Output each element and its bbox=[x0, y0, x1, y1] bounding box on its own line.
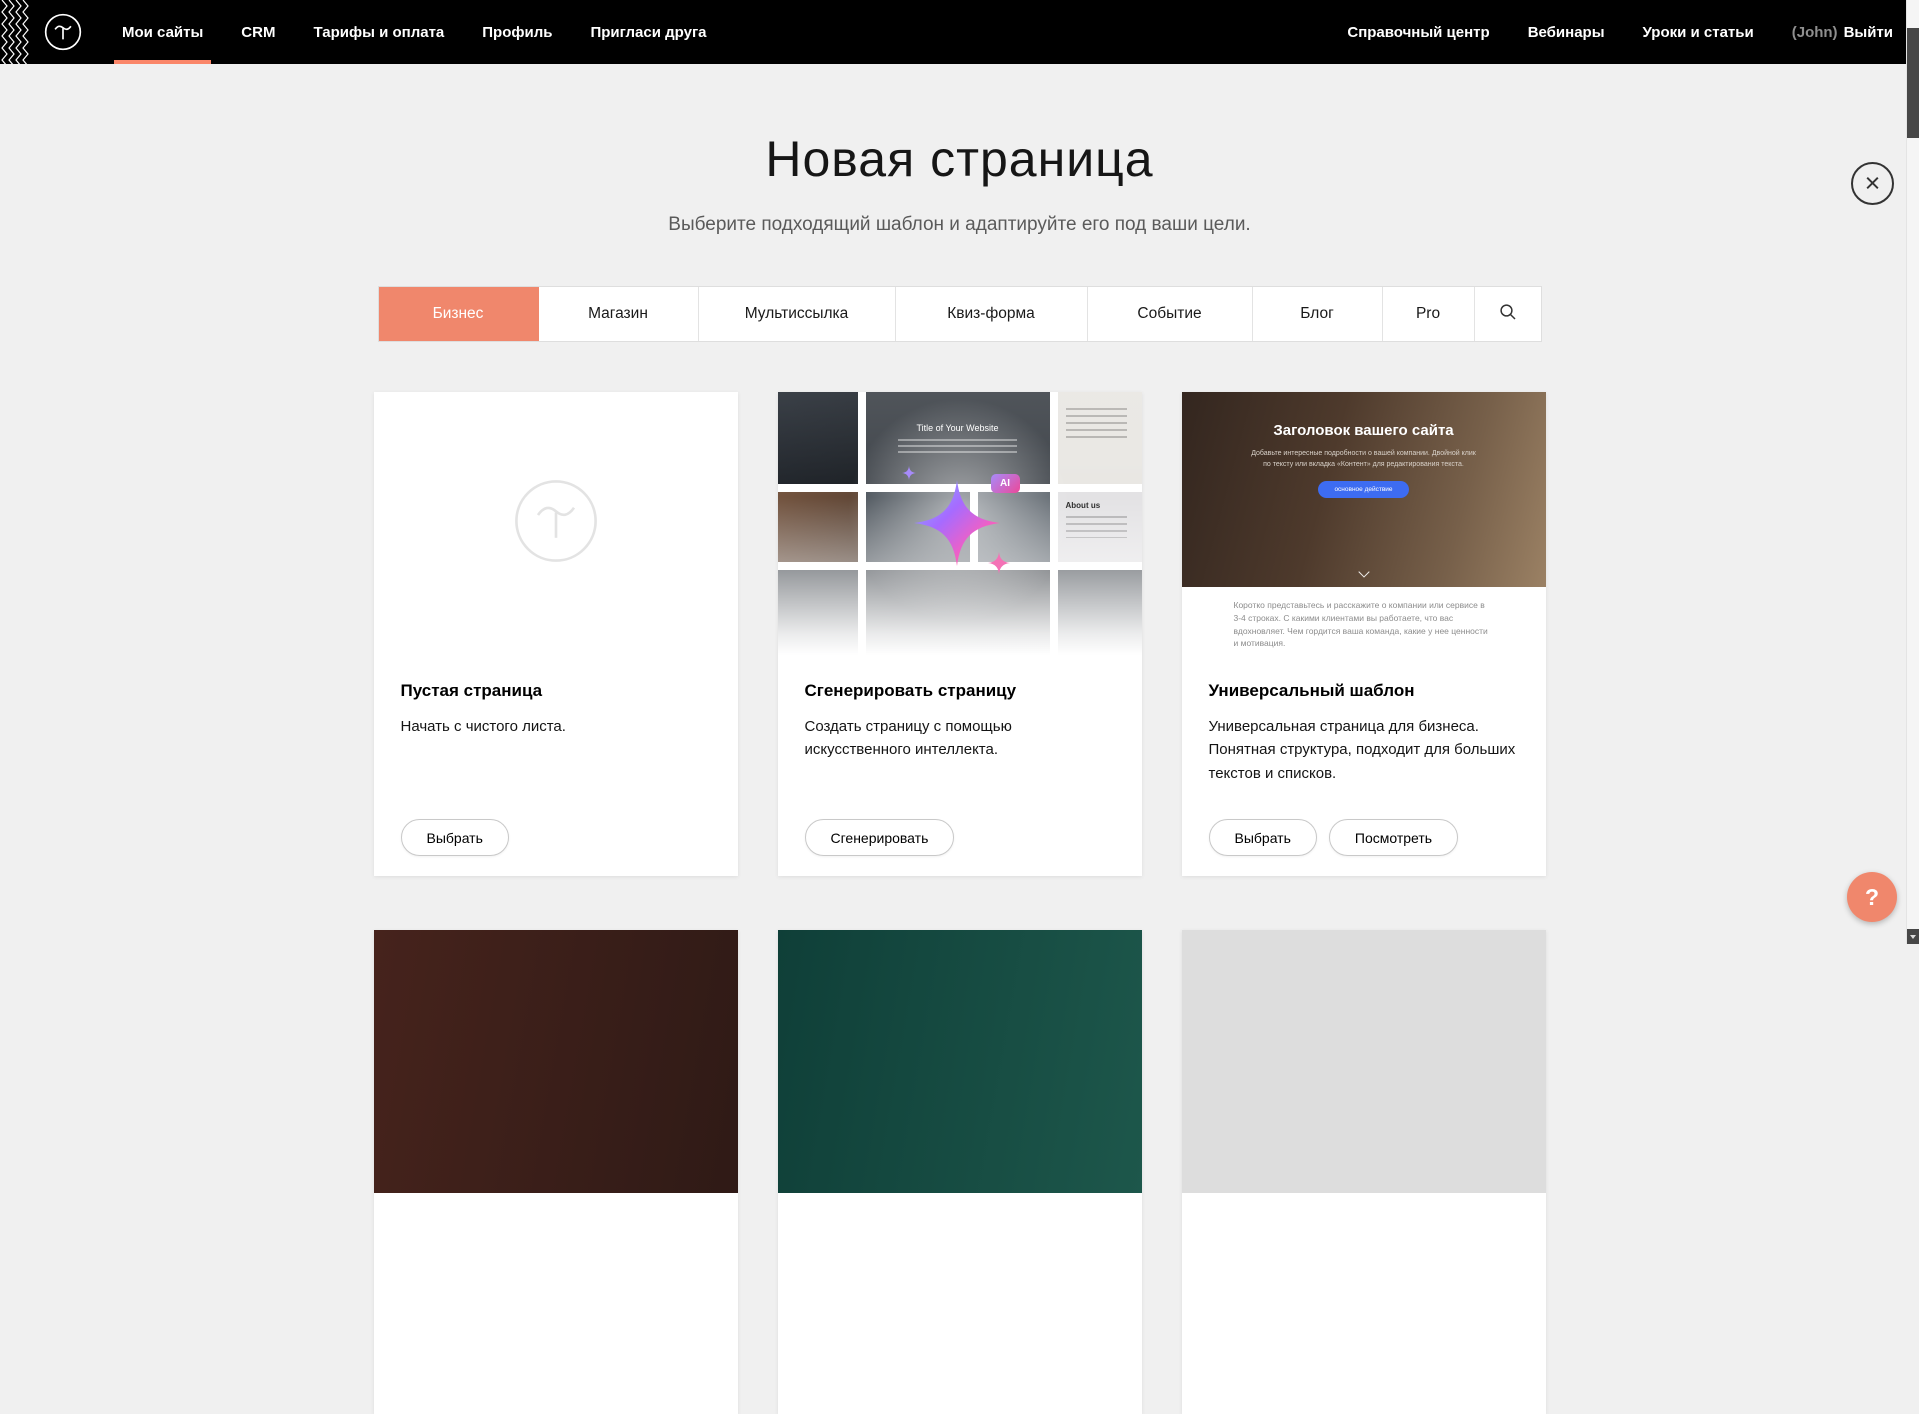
small-sparkle-icon bbox=[988, 552, 1010, 574]
template-category-tabs: Бизнес Магазин Мультиссылка Квиз-форма С… bbox=[378, 286, 1542, 342]
template-card-partial[interactable] bbox=[778, 930, 1142, 1414]
nav-billing[interactable]: Тарифы и оплата bbox=[311, 0, 446, 64]
template-preview-image bbox=[374, 930, 738, 1193]
tab-business[interactable]: Бизнес bbox=[379, 287, 539, 341]
secondary-nav: Справочный центр Вебинары Уроки и статьи… bbox=[1309, 24, 1893, 41]
ai-generate-preview: Title of Your Website About us bbox=[778, 392, 1142, 655]
preview-heading: Заголовок вашего сайта bbox=[1273, 422, 1453, 439]
close-icon: × bbox=[1865, 170, 1881, 197]
card-content: Пустая страница Начать с чистого листа. bbox=[374, 655, 738, 738]
template-grid: Пустая страница Начать с чистого листа. … bbox=[374, 392, 1546, 876]
new-page-dialog: × Новая страница Выберите подходящий шаб… bbox=[0, 64, 1919, 1414]
tab-pro[interactable]: Pro bbox=[1383, 287, 1475, 341]
preview-subtext: Добавьте интересные подробности о вашей … bbox=[1250, 448, 1478, 470]
card-description: Начать с чистого листа. bbox=[401, 715, 711, 738]
tilda-watermark-icon bbox=[508, 473, 604, 574]
chevron-down-icon bbox=[1358, 566, 1369, 577]
tilda-logo[interactable] bbox=[42, 11, 84, 53]
scrollbar-down-arrow-icon[interactable] bbox=[1907, 929, 1919, 944]
template-preview-image bbox=[778, 930, 1142, 1193]
search-icon bbox=[1499, 303, 1517, 326]
tab-quiz-form[interactable]: Квиз-форма bbox=[896, 287, 1088, 341]
nav-lessons[interactable]: Уроки и статьи bbox=[1643, 24, 1754, 41]
main-nav: Мои сайты CRM Тарифы и оплата Профиль Пр… bbox=[120, 0, 743, 64]
page-title: Новая страница bbox=[0, 64, 1919, 188]
universal-template-preview: Заголовок вашего сайта Добавьте интересн… bbox=[1182, 392, 1546, 655]
tab-search[interactable] bbox=[1475, 287, 1541, 341]
scrollbar[interactable] bbox=[1906, 0, 1919, 944]
tab-store[interactable]: Магазин bbox=[539, 287, 699, 341]
nav-help-center[interactable]: Справочный центр bbox=[1347, 24, 1489, 41]
card-description: Универсальная страница для бизнеса. Поня… bbox=[1209, 715, 1519, 785]
tiny-sparkle-icon bbox=[902, 466, 916, 480]
select-blank-button[interactable]: Выбрать bbox=[401, 819, 509, 856]
template-card-ai-generate[interactable]: Title of Your Website About us bbox=[778, 392, 1142, 876]
template-card-blank[interactable]: Пустая страница Начать с чистого листа. … bbox=[374, 392, 738, 876]
card-content: Сгенерировать страницу Создать страницу … bbox=[778, 655, 1142, 762]
card-actions: Выбрать bbox=[401, 819, 509, 856]
nav-my-sites[interactable]: Мои сайты bbox=[120, 0, 205, 64]
card-title: Универсальный шаблон bbox=[1209, 681, 1519, 701]
template-card-universal[interactable]: Заголовок вашего сайта Добавьте интересн… bbox=[1182, 392, 1546, 876]
template-card-partial[interactable] bbox=[1182, 930, 1546, 1414]
template-card-partial[interactable] bbox=[374, 930, 738, 1414]
preview-cta-button: основное действие bbox=[1318, 481, 1408, 498]
top-navbar: Мои сайты CRM Тарифы и оплата Профиль Пр… bbox=[0, 0, 1919, 64]
user-name: (John) bbox=[1792, 24, 1838, 41]
card-title: Сгенерировать страницу bbox=[805, 681, 1115, 701]
preview-body-text: Коротко представьтесь и расскажите о ком… bbox=[1182, 587, 1546, 655]
ai-sparkle-group: AI bbox=[896, 464, 1024, 584]
help-button[interactable]: ? bbox=[1847, 872, 1897, 922]
card-title: Пустая страница bbox=[401, 681, 711, 701]
view-template-button[interactable]: Посмотреть bbox=[1329, 819, 1458, 856]
blank-page-preview bbox=[374, 392, 738, 655]
ai-badge: AI bbox=[991, 474, 1020, 493]
tab-event[interactable]: Событие bbox=[1088, 287, 1253, 341]
template-grid-row2 bbox=[374, 930, 1546, 1414]
tab-blog[interactable]: Блог bbox=[1253, 287, 1383, 341]
logout-link[interactable]: Выйти bbox=[1844, 24, 1893, 41]
card-content: Универсальный шаблон Универсальная стран… bbox=[1182, 655, 1546, 785]
nav-crm[interactable]: CRM bbox=[239, 0, 277, 64]
card-actions: Выбрать Посмотреть bbox=[1209, 819, 1459, 856]
card-actions: Сгенерировать bbox=[805, 819, 955, 856]
close-button[interactable]: × bbox=[1851, 162, 1894, 205]
brand-pattern bbox=[0, 0, 30, 64]
select-template-button[interactable]: Выбрать bbox=[1209, 819, 1317, 856]
preview-hero-image: Заголовок вашего сайта Добавьте интересн… bbox=[1182, 392, 1546, 587]
user-menu[interactable]: (John) Выйти bbox=[1792, 24, 1893, 41]
generate-button[interactable]: Сгенерировать bbox=[805, 819, 955, 856]
template-preview-image bbox=[1182, 930, 1546, 1193]
card-description: Создать страницу с помощью искусственног… bbox=[805, 715, 1115, 762]
nav-webinars[interactable]: Вебинары bbox=[1528, 24, 1605, 41]
page-subtitle: Выберите подходящий шаблон и адаптируйте… bbox=[0, 214, 1919, 236]
nav-profile[interactable]: Профиль bbox=[480, 0, 554, 64]
tab-multilink[interactable]: Мультиссылка bbox=[699, 287, 896, 341]
nav-invite-friend[interactable]: Пригласи друга bbox=[588, 0, 708, 64]
scrollbar-thumb[interactable] bbox=[1907, 28, 1919, 138]
